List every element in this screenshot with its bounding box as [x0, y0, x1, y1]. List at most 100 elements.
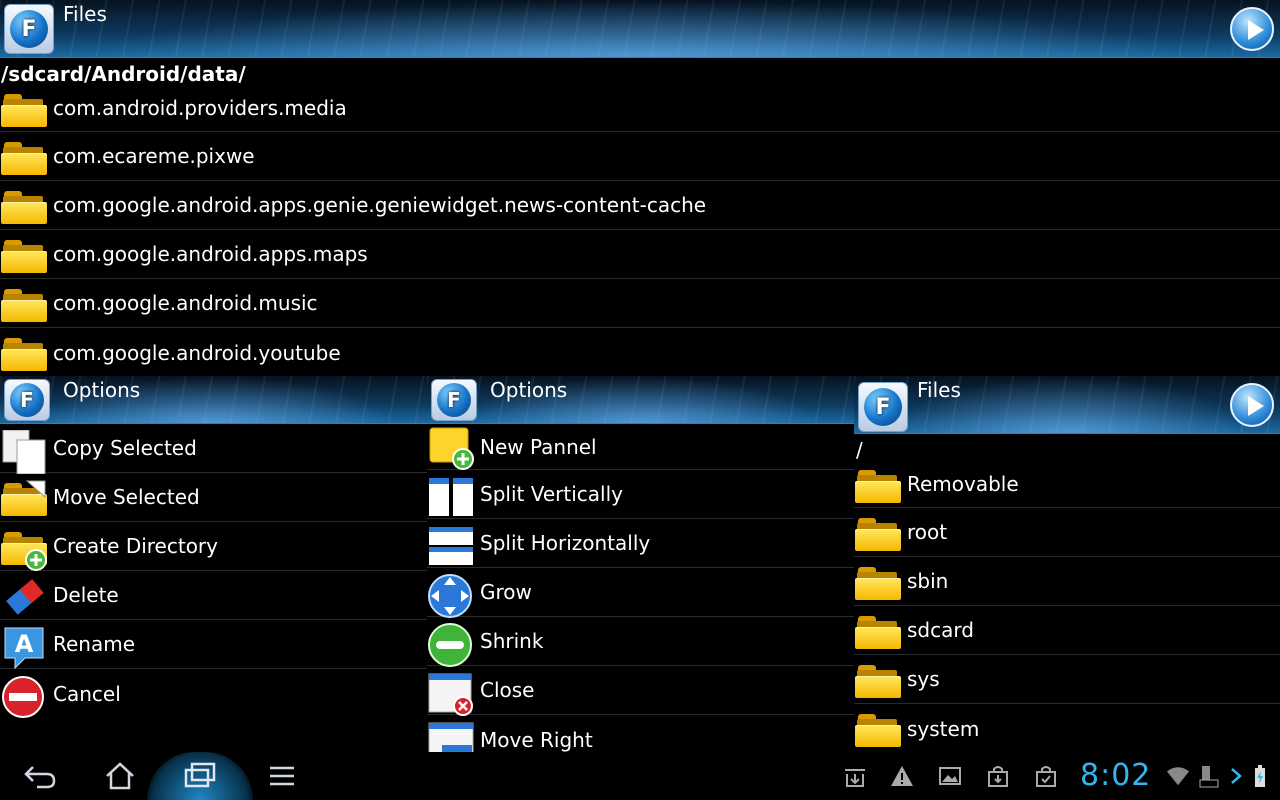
menu-button[interactable] [252, 752, 312, 800]
list-item-label: com.google.android.apps.genie.geniewidge… [53, 193, 707, 217]
folder-icon [1, 90, 47, 128]
new-panel-option[interactable]: New Pannel [427, 424, 854, 470]
svg-text:A: A [15, 630, 34, 658]
recent-apps-icon [184, 762, 216, 788]
cancel-option[interactable]: Cancel [0, 669, 427, 718]
shrink-option[interactable]: Shrink [427, 617, 854, 667]
list-item-label: com.google.android.apps.maps [53, 242, 368, 266]
folder-icon [855, 514, 901, 552]
list-item[interactable]: sdcard [854, 606, 1280, 655]
app-logo-icon[interactable]: F [431, 379, 477, 421]
keyboard-battery-icon [1196, 764, 1220, 788]
play-icon[interactable] [1230, 7, 1274, 51]
options-left-panel: F Options Copy Selected Move Selected Cr… [0, 376, 427, 752]
folder-icon [1, 236, 47, 274]
right-panel-titlebar: F Files [854, 376, 1280, 434]
warning-icon[interactable] [890, 764, 914, 788]
move-selected-option[interactable]: Move Selected [0, 473, 427, 522]
wifi-icon [1166, 764, 1190, 788]
grow-option[interactable]: Grow [427, 568, 854, 618]
list-item-label: root [907, 520, 948, 544]
status-clock[interactable]: 8:02 [1080, 758, 1151, 793]
folder-icon [1, 187, 47, 225]
split-horizontally-option[interactable]: Split Horizontally [427, 519, 854, 568]
move-right-option[interactable]: Move Right [427, 715, 854, 752]
list-item-label: com.google.android.music [53, 291, 318, 315]
close-option[interactable]: Close [427, 666, 854, 716]
options-mid-titlebar: F Options [427, 376, 854, 424]
rename-option[interactable]: A Rename [0, 620, 427, 670]
system-bar: 8:02 [0, 752, 1280, 800]
list-item[interactable]: com.android.providers.media [0, 84, 1280, 132]
list-item-label: com.android.providers.media [53, 95, 347, 120]
grow-icon [428, 574, 474, 618]
download-tray-icon[interactable] [843, 764, 867, 788]
folder-icon [855, 612, 901, 650]
list-item-label: com.google.android.youtube [53, 340, 341, 365]
list-item[interactable]: system [854, 704, 1280, 752]
app-logo-icon[interactable]: F [858, 382, 908, 432]
play-icon[interactable] [1230, 383, 1274, 427]
options-mid-panel: F Options New Pannel Split Vertically Sp… [427, 376, 854, 752]
eraser-icon [1, 577, 47, 615]
battery-charging-icon [1248, 764, 1272, 788]
move-folder-icon [1, 479, 47, 517]
split-horizontal-icon [428, 525, 474, 565]
options-left-list: Copy Selected Move Selected Create Direc… [0, 424, 427, 718]
delete-option[interactable]: Delete [0, 571, 427, 620]
top-panel-path: /sdcard/Android/data/ [1, 62, 246, 86]
folder-icon [855, 466, 901, 504]
folder-icon [855, 563, 901, 601]
list-item-label: com.ecareme.pixwe [53, 144, 255, 168]
copy-selected-option[interactable]: Copy Selected [0, 424, 427, 475]
top-file-list: com.android.providers.media com.ecareme.… [0, 84, 1280, 376]
right-panel-title: Files [917, 378, 961, 402]
app-logo-icon[interactable]: F [4, 379, 50, 421]
shrink-icon [428, 623, 474, 667]
list-item[interactable]: com.google.android.apps.genie.geniewidge… [0, 181, 1280, 230]
top-panel-title: Files [63, 2, 107, 26]
back-icon [24, 766, 56, 789]
right-files-panel: F Files / Removable root sbin sdcard sys… [854, 376, 1280, 752]
list-item[interactable]: com.google.android.youtube [0, 328, 1280, 376]
list-item[interactable]: com.google.android.apps.maps [0, 230, 1280, 279]
app-logo-icon[interactable]: F [4, 4, 54, 54]
list-item[interactable]: com.google.android.music [0, 279, 1280, 328]
list-item[interactable]: Removable [854, 460, 1280, 508]
right-file-list: Removable root sbin sdcard sys system [854, 460, 1280, 752]
list-item-label: Removable [907, 471, 1019, 496]
folder-icon [855, 710, 901, 748]
back-button[interactable] [10, 752, 70, 800]
rename-icon: A [1, 626, 47, 670]
top-files-panel: F Files /sdcard/Android/data/ com.androi… [0, 0, 1280, 376]
list-item-label: sbin [907, 569, 949, 593]
create-folder-icon [1, 528, 47, 571]
folder-icon [1, 138, 47, 176]
menu-icon [270, 766, 294, 786]
home-icon [106, 762, 134, 790]
list-item[interactable]: sbin [854, 557, 1280, 606]
folder-icon [1, 285, 47, 323]
split-vertically-option[interactable]: Split Vertically [427, 470, 854, 519]
recent-apps-button[interactable] [147, 752, 253, 800]
new-panel-icon [428, 426, 474, 470]
copy-icon [1, 429, 47, 475]
task-done-icon[interactable] [1034, 764, 1058, 788]
split-vertical-icon [428, 476, 474, 516]
home-button[interactable] [90, 752, 150, 800]
right-panel-path: / [856, 438, 863, 462]
chevron-right-icon [1224, 764, 1248, 788]
list-item[interactable]: com.ecareme.pixwe [0, 132, 1280, 181]
options-left-title: Options [63, 378, 141, 402]
list-item-label: system [907, 716, 980, 741]
list-item[interactable]: sys [854, 655, 1280, 704]
cancel-icon [1, 675, 47, 718]
store-icon[interactable] [986, 764, 1010, 788]
close-panel-icon [428, 672, 474, 716]
folder-icon [855, 661, 901, 699]
options-mid-title: Options [490, 378, 568, 402]
image-icon[interactable] [938, 764, 962, 788]
list-item[interactable]: root [854, 508, 1280, 557]
create-directory-option[interactable]: Create Directory [0, 522, 427, 571]
top-panel-titlebar: F Files [0, 0, 1280, 58]
